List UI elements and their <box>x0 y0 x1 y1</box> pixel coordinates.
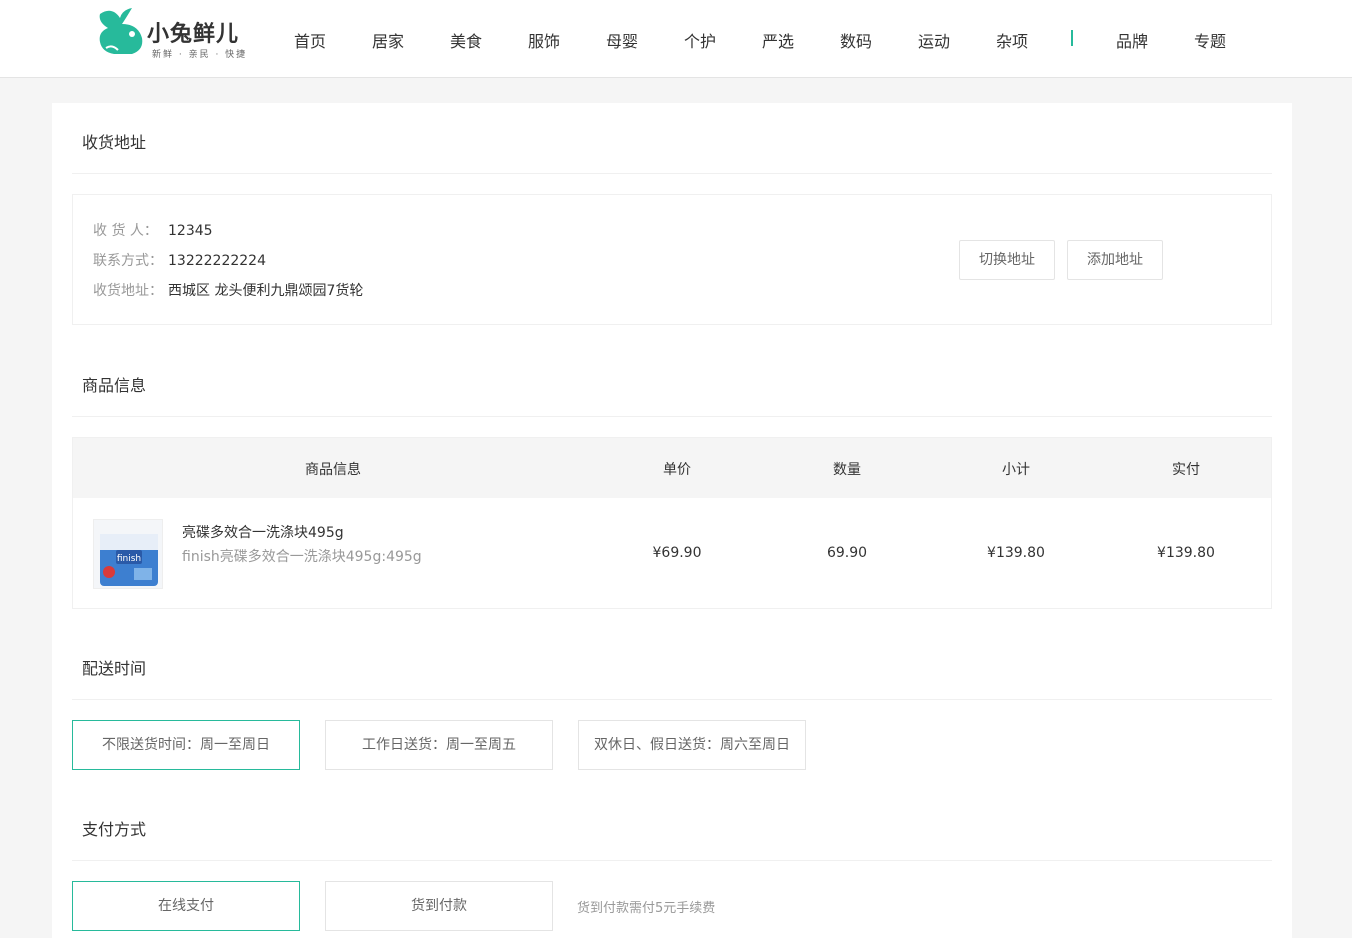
address-row: 收货地址： 西城区 龙头便利九鼎颂园7货轮 <box>93 280 363 300</box>
phone-row: 联系方式： 13222222224 <box>93 250 266 270</box>
header-subtotal: 小计 <box>1002 462 1030 478</box>
receiver-row: 收 货 人： 12345 <box>93 220 213 240</box>
nav-item-misc[interactable]: 杂项 <box>996 28 1028 52</box>
payment-tip: 货到付款需付5元手续费 <box>577 901 716 916</box>
delivery-option-weekdays[interactable]: 工作日送货：周一至周五 <box>325 720 553 770</box>
delivery-option-weekends[interactable]: 双休日、假日送货：周六至周日 <box>578 720 806 770</box>
switch-address-button[interactable]: 切换地址 <box>959 240 1055 280</box>
goods-section-title: 商品信息 <box>82 376 147 395</box>
nav-item-selection[interactable]: 严选 <box>762 28 794 52</box>
nav-divider <box>1071 30 1073 46</box>
section-divider <box>72 860 1272 861</box>
section-divider <box>72 173 1272 174</box>
product-name[interactable]: 亮碟多效合一洗涤块495g <box>182 522 344 542</box>
logo-subtitle: 新鲜 · 亲民 · 快捷 <box>152 50 248 60</box>
nav-item-baby[interactable]: 母婴 <box>606 28 638 52</box>
section-divider <box>72 699 1272 700</box>
phone-value: 13222222224 <box>168 253 266 269</box>
section-divider <box>72 416 1272 417</box>
product-brand-text: finish <box>117 554 141 564</box>
address-value: 西城区 龙头便利九鼎颂园7货轮 <box>168 283 364 299</box>
product-price: ¥69.90 <box>652 545 702 561</box>
table-header: 商品信息 单价 数量 小计 实付 <box>73 438 1271 498</box>
address-label: 收货地址： <box>93 283 163 299</box>
nav-item-brand[interactable]: 品牌 <box>1116 28 1148 52</box>
product-package-icon: finish <box>94 520 162 588</box>
payment-option-online[interactable]: 在线支付 <box>72 881 300 931</box>
product-spec: finish亮碟多效合一洗涤块495g:495g <box>182 549 422 565</box>
nav-item-personal-care[interactable]: 个护 <box>684 28 716 52</box>
nav-item-apparel[interactable]: 服饰 <box>528 28 560 52</box>
product-quantity: 69.90 <box>826 545 868 561</box>
nav-item-topics[interactable]: 专题 <box>1194 28 1226 52</box>
logo-title: 小兔鲜儿 <box>147 22 240 47</box>
nav-item-home[interactable]: 首页 <box>294 28 326 52</box>
product-image[interactable]: finish <box>93 519 163 589</box>
delivery-section-title: 配送时间 <box>82 659 147 678</box>
rabbit-logo-icon <box>99 8 143 54</box>
header-unit-price: 单价 <box>663 462 691 478</box>
header-goods-info: 商品信息 <box>305 462 361 478</box>
checkout-panel: 收货地址 收 货 人： 12345 联系方式： 13222222224 收货地址： 西… <box>52 103 1292 938</box>
receiver-label: 收 货 人： <box>93 223 158 239</box>
address-box: 收 货 人： 12345 联系方式： 13222222224 收货地址： 西城区 龙头… <box>72 194 1272 325</box>
site-logo[interactable]: 小兔鲜儿 新鲜 · 亲民 · 快捷 <box>92 4 252 60</box>
address-section-title: 收货地址 <box>82 133 147 152</box>
nav-item-home-living[interactable]: 居家 <box>372 28 404 52</box>
nav-item-food[interactable]: 美食 <box>450 28 482 52</box>
add-address-button[interactable]: 添加地址 <box>1067 240 1163 280</box>
delivery-option-anytime[interactable]: 不限送货时间：周一至周日 <box>72 720 300 770</box>
product-subtotal: ¥139.80 <box>987 545 1045 561</box>
header-paid: 实付 <box>1172 462 1200 478</box>
nav-item-sports[interactable]: 运动 <box>918 28 950 52</box>
receiver-value: 12345 <box>168 223 213 239</box>
product-paid: ¥139.80 <box>1157 545 1215 561</box>
phone-label: 联系方式： <box>93 253 163 269</box>
payment-option-cod[interactable]: 货到付款 <box>325 881 553 931</box>
top-header: 小兔鲜儿 新鲜 · 亲民 · 快捷 首页 居家 美食 服饰 母婴 个护 严选 数… <box>0 0 1352 78</box>
payment-section-title: 支付方式 <box>82 820 147 839</box>
nav-item-digital[interactable]: 数码 <box>840 28 872 52</box>
header-quantity: 数量 <box>833 462 861 478</box>
goods-table: 商品信息 单价 数量 小计 实付 finish 亮碟多效合一洗涤块495g fi… <box>72 437 1272 609</box>
